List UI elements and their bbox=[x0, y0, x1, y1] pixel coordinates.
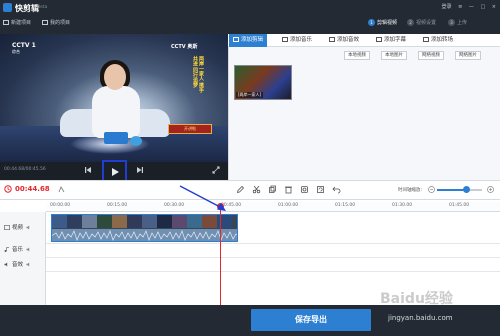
vertical-caption: 两岸一家人 携手共进 同行追梦 bbox=[192, 56, 204, 93]
online-image-button[interactable]: 网络图片 bbox=[455, 51, 481, 60]
clip-frame bbox=[112, 215, 127, 228]
undo-icon[interactable] bbox=[332, 185, 341, 194]
window-controls: 登录 ≡ — □ × bbox=[436, 3, 496, 10]
timeline-tick-label: 01:30.00 bbox=[392, 203, 413, 208]
zoom-in-icon[interactable] bbox=[487, 186, 494, 193]
marker-icon[interactable] bbox=[58, 186, 65, 193]
edit-toolbar bbox=[0, 180, 500, 200]
track-label-video: 视频 bbox=[4, 223, 31, 233]
menu-icon[interactable]: ≡ bbox=[458, 4, 462, 10]
timeline-tick-label: 00:15.00 bbox=[107, 203, 128, 208]
zoom-slider-handle[interactable] bbox=[462, 186, 470, 193]
channel-logo-right: CCTV 奥斯 bbox=[171, 44, 198, 50]
tab-add-transition[interactable]: 添加转场 bbox=[419, 34, 457, 47]
close-icon[interactable]: × bbox=[492, 4, 496, 10]
tab-add-sound-effect[interactable]: 添加音效 bbox=[325, 34, 363, 47]
video-preview[interactable]: CCTV 1 综合 CCTV 奥斯 两岸一家人 携手共进 同行追梦 开讲啦 bbox=[0, 34, 228, 162]
tab-add-clip[interactable]: 添加剪辑 bbox=[229, 34, 268, 47]
clip-frame bbox=[202, 215, 217, 228]
watermark: Baidu经验 bbox=[380, 291, 453, 307]
pen-icon[interactable] bbox=[236, 185, 245, 194]
music-track[interactable] bbox=[46, 244, 500, 258]
previous-frame-icon[interactable] bbox=[84, 166, 92, 174]
current-time: 00:44.68 bbox=[15, 185, 50, 193]
step-edit-video[interactable]: 1 剪辑视频 bbox=[368, 19, 397, 26]
clip-frame bbox=[187, 215, 202, 228]
clip-frame bbox=[52, 215, 67, 228]
zoom-label: 时间轴缩放: bbox=[398, 188, 423, 193]
audio-waveform bbox=[52, 229, 237, 241]
volume-icon[interactable] bbox=[26, 262, 31, 267]
timeline-tick-label: 01:00.00 bbox=[278, 203, 299, 208]
text-icon bbox=[376, 37, 382, 42]
clip-frame bbox=[172, 215, 187, 228]
person-body bbox=[92, 86, 140, 138]
zoom-out-icon[interactable] bbox=[428, 186, 435, 193]
play-icon bbox=[112, 168, 119, 176]
timeline-tick-label: 01:15.00 bbox=[335, 203, 356, 208]
local-image-button[interactable]: 本地图片 bbox=[381, 51, 407, 60]
playhead-line bbox=[219, 210, 221, 305]
save-export-button[interactable]: 保存导出 bbox=[251, 309, 371, 331]
tab-bar bbox=[228, 34, 500, 47]
step-video-settings[interactable]: 2 视频设置 bbox=[407, 19, 436, 26]
folder-icon bbox=[42, 20, 48, 25]
clock-icon bbox=[4, 185, 12, 193]
clip-frame bbox=[157, 215, 172, 228]
track-label-music: 音乐 bbox=[4, 245, 31, 255]
copy-icon[interactable] bbox=[268, 185, 277, 194]
clip-frame bbox=[67, 215, 82, 228]
rotate-icon[interactable] bbox=[316, 185, 325, 194]
clip-frame bbox=[127, 215, 142, 228]
my-projects-button[interactable]: 我的项目 bbox=[42, 19, 70, 27]
app-title: 快剪辑 bbox=[15, 4, 39, 13]
music-icon bbox=[282, 37, 288, 42]
music-track-icon bbox=[4, 247, 9, 252]
timeline-tick-label: 00:00.00 bbox=[50, 203, 71, 208]
online-video-button[interactable]: 网络视频 bbox=[418, 51, 444, 60]
annotation-arrow-icon bbox=[179, 185, 226, 211]
volume-icon[interactable] bbox=[26, 225, 31, 230]
clip-frame bbox=[97, 215, 112, 228]
sound-track[interactable] bbox=[46, 258, 500, 272]
scissors-icon[interactable] bbox=[252, 185, 261, 194]
volume-icon[interactable] bbox=[26, 247, 31, 252]
track-label-sound: 音效 bbox=[4, 260, 31, 270]
show-banner: 开讲啦 bbox=[168, 124, 212, 134]
delete-icon[interactable] bbox=[284, 185, 293, 194]
login-link[interactable]: 登录 bbox=[441, 4, 451, 10]
sound-track-icon bbox=[4, 262, 8, 267]
fullscreen-icon[interactable] bbox=[212, 166, 220, 174]
local-video-button[interactable]: 本地视频 bbox=[344, 51, 370, 60]
sound-effect-icon bbox=[329, 37, 335, 42]
new-project-button[interactable]: 新建项目 bbox=[3, 19, 31, 27]
film-icon bbox=[233, 37, 239, 42]
zoom-slider-fill bbox=[437, 189, 467, 191]
transition-icon bbox=[423, 37, 429, 42]
minimize-icon[interactable]: — bbox=[469, 4, 474, 10]
timeline-tick-label: 01:45.00 bbox=[449, 203, 470, 208]
app-logo-icon bbox=[3, 3, 12, 12]
step-upload[interactable]: 3 上传 bbox=[448, 19, 467, 26]
media-thumbnail-label: [两岸一家人] bbox=[236, 92, 264, 98]
video-clip[interactable] bbox=[51, 214, 238, 242]
tab-add-subtitle[interactable]: 添加字幕 bbox=[372, 34, 410, 47]
app-badge: Beta bbox=[37, 5, 48, 10]
video-track-icon bbox=[4, 225, 10, 230]
clip-frame bbox=[82, 215, 97, 228]
new-project-icon bbox=[3, 20, 9, 25]
crop-icon[interactable] bbox=[300, 185, 309, 194]
maximize-icon[interactable]: □ bbox=[480, 4, 485, 10]
sponsor-logo-secondary bbox=[130, 136, 142, 146]
person-head bbox=[104, 64, 126, 90]
sponsor-logo bbox=[104, 132, 128, 144]
player-time-readout: 00:44.68/00:45.56 bbox=[4, 167, 46, 172]
next-frame-icon[interactable] bbox=[136, 166, 144, 174]
clip-frame bbox=[142, 215, 157, 228]
tab-add-music[interactable]: 添加音乐 bbox=[278, 34, 316, 47]
watermark-url: jingyan.baidu.com bbox=[388, 314, 453, 322]
channel-logo-left: CCTV 1 综合 bbox=[12, 42, 36, 54]
title-bar bbox=[0, 0, 500, 34]
